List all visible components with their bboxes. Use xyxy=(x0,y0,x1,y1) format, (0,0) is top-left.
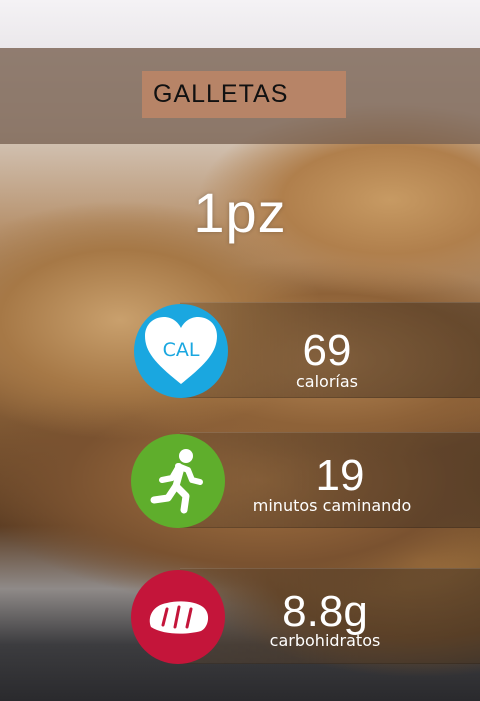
runner-icon xyxy=(150,449,203,514)
carbs-label: carbohidratos xyxy=(269,631,381,650)
carbs-value: 8.8g xyxy=(282,587,368,636)
calories-badge: CAL xyxy=(134,304,228,398)
bread-icon xyxy=(149,601,209,634)
walking-label: minutos caminando xyxy=(252,496,412,515)
title-box: GALLETAS xyxy=(142,71,346,118)
carbs-badge xyxy=(131,570,225,664)
portion-size: 1pz xyxy=(193,181,287,244)
calories-label: calorías xyxy=(296,372,358,391)
top-strip xyxy=(0,0,480,48)
heart-cal-icon: CAL xyxy=(145,317,217,384)
stat-row-walking: 19 minutos caminando xyxy=(0,432,480,528)
title-bar: GALLETAS xyxy=(0,48,480,144)
stat-row-calories: CAL 69 calorías xyxy=(0,302,480,398)
calories-value: 69 xyxy=(302,326,352,375)
cal-icon-text: CAL xyxy=(163,339,200,361)
food-title: GALLETAS xyxy=(153,80,289,108)
stat-row-carbs: 8.8g carbohidratos xyxy=(0,568,480,664)
walking-value: 19 xyxy=(315,451,365,500)
walking-badge xyxy=(131,434,225,528)
